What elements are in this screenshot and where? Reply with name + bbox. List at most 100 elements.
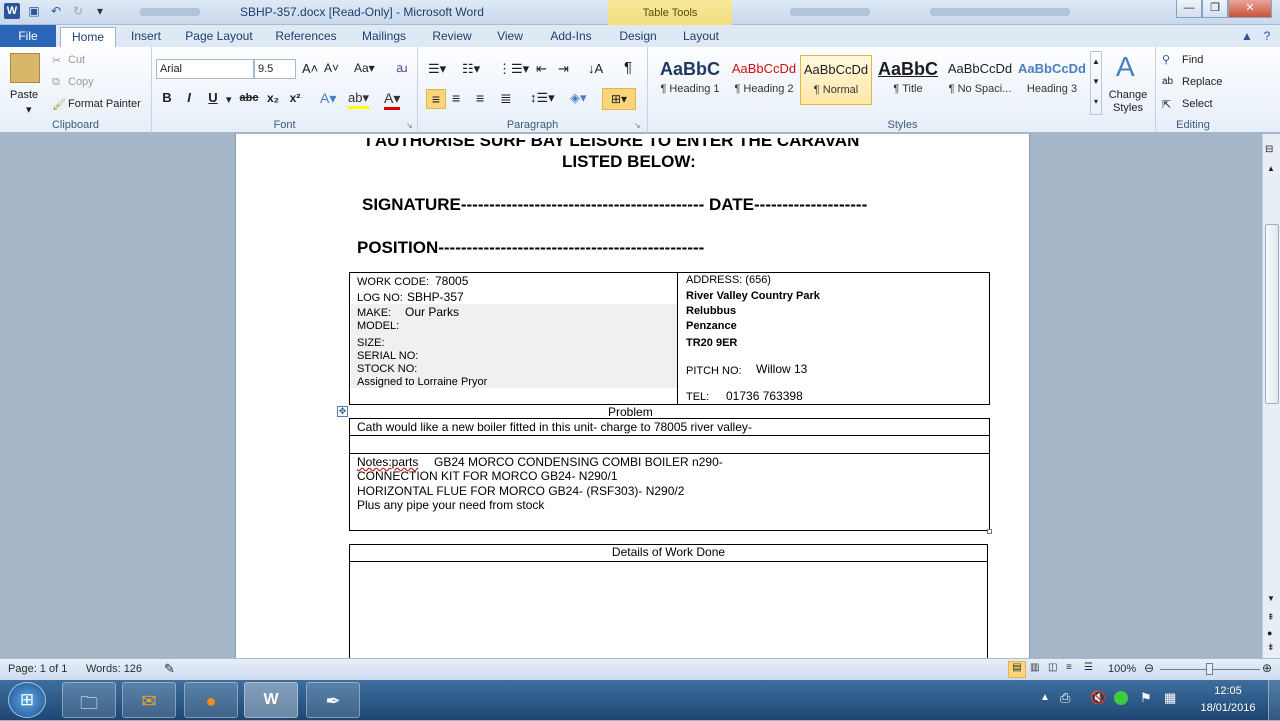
- ruler-toggle-icon[interactable]: ⊟: [1265, 144, 1273, 155]
- tab-view[interactable]: View: [490, 27, 530, 47]
- show-formatting-icon[interactable]: ¶: [624, 59, 632, 76]
- text-effects-icon[interactable]: A▾: [320, 90, 336, 107]
- word-count[interactable]: Words: 126: [86, 663, 142, 675]
- zoom-out-icon[interactable]: ⊖: [1144, 661, 1154, 675]
- shrink-font-icon[interactable]: A˅: [324, 61, 339, 75]
- replace-button[interactable]: Replace: [1182, 76, 1222, 88]
- align-center-icon[interactable]: ≡: [452, 90, 460, 106]
- app-taskbar-button[interactable]: ✒: [306, 682, 360, 718]
- flag-icon[interactable]: ⚑: [1140, 690, 1152, 706]
- table-move-handle-icon[interactable]: ✥: [337, 406, 348, 417]
- style-heading-2[interactable]: AaBbCcDd ¶ Heading 2: [728, 55, 800, 105]
- printer-icon[interactable]: ⎙: [1060, 690, 1070, 706]
- outlook-taskbar-button[interactable]: ✉: [122, 682, 176, 718]
- full-screen-reading-icon[interactable]: ▥: [1030, 662, 1039, 673]
- cut-button[interactable]: Cut: [68, 54, 85, 66]
- strikethrough-button[interactable]: abc: [238, 89, 260, 107]
- italic-button[interactable]: I: [180, 89, 198, 107]
- paragraph-dialog-launcher-icon[interactable]: ↘: [634, 121, 641, 130]
- tab-insert[interactable]: Insert: [124, 27, 168, 47]
- zoom-in-icon[interactable]: ⊕: [1262, 661, 1272, 675]
- page-count[interactable]: Page: 1 of 1: [8, 663, 67, 675]
- zoom-level[interactable]: 100%: [1108, 663, 1136, 675]
- tab-file[interactable]: File: [0, 25, 56, 47]
- find-button[interactable]: Find: [1182, 54, 1203, 66]
- line-spacing-icon[interactable]: ↕☰▾: [530, 90, 555, 106]
- bullets-icon[interactable]: ☰▾: [428, 61, 446, 77]
- increase-indent-icon[interactable]: ⇥: [558, 61, 569, 77]
- show-desktop-button[interactable]: [1268, 680, 1280, 720]
- tab-layout[interactable]: Layout: [676, 27, 726, 47]
- document-page[interactable]: I AUTHORISE SURF BAY LEISURE TO ENTER TH…: [235, 134, 1030, 658]
- underline-button[interactable]: U: [204, 89, 222, 107]
- font-dialog-launcher-icon[interactable]: ↘: [406, 121, 413, 130]
- customize-qat-icon[interactable]: ▾: [92, 3, 108, 19]
- borders-icon[interactable]: ⊞▾: [602, 88, 636, 110]
- close-button[interactable]: ✕: [1228, 0, 1272, 18]
- select-button[interactable]: Select: [1182, 98, 1213, 110]
- start-button[interactable]: ⊞: [8, 682, 46, 718]
- style-normal[interactable]: AaBbCcDd ¶ Normal: [800, 55, 872, 105]
- web-layout-icon[interactable]: ◫: [1048, 662, 1057, 673]
- paste-dropdown-icon[interactable]: ▾: [26, 103, 32, 116]
- bold-button[interactable]: B: [158, 89, 176, 107]
- style-title[interactable]: AaBbC ¶ Title: [872, 55, 944, 105]
- paste-button[interactable]: Paste: [10, 89, 38, 101]
- scroll-thumb[interactable]: [1265, 224, 1279, 404]
- table-resize-handle-icon[interactable]: [987, 529, 992, 534]
- outline-icon[interactable]: ≡: [1066, 662, 1072, 673]
- zoom-slider-thumb[interactable]: [1206, 663, 1213, 675]
- grow-font-icon[interactable]: A˄: [302, 61, 318, 76]
- multilevel-list-icon[interactable]: ⋮☰▾: [498, 61, 529, 77]
- tab-home[interactable]: Home: [60, 27, 116, 47]
- proofing-icon[interactable]: ✎: [164, 661, 175, 677]
- sort-icon[interactable]: ↓A: [588, 61, 603, 76]
- tab-page-layout[interactable]: Page Layout: [180, 27, 258, 47]
- change-styles-button[interactable]: Change Styles: [1106, 89, 1150, 115]
- font-name-combo[interactable]: Arial: [156, 59, 254, 79]
- justify-icon[interactable]: ≣: [500, 90, 512, 107]
- copy-button[interactable]: Copy: [68, 76, 94, 88]
- subscript-button[interactable]: x₂: [264, 89, 282, 107]
- change-case-icon[interactable]: Aa▾: [354, 61, 375, 75]
- print-layout-icon[interactable]: ▤: [1008, 661, 1026, 678]
- help-icon[interactable]: ?: [1258, 27, 1276, 47]
- minimize-ribbon-icon[interactable]: ▲: [1238, 27, 1256, 47]
- previous-page-icon[interactable]: ⇞: [1267, 612, 1275, 623]
- tab-mailings[interactable]: Mailings: [354, 27, 414, 47]
- tab-references[interactable]: References: [270, 27, 342, 47]
- draft-icon[interactable]: ☰: [1084, 662, 1093, 673]
- select-browse-object-icon[interactable]: ●: [1267, 628, 1272, 638]
- clear-formatting-icon[interactable]: ꜷ: [396, 61, 408, 75]
- styles-scroll-icon[interactable]: ▲ ▼ ▾: [1090, 51, 1102, 115]
- explorer-taskbar-button[interactable]: 🗀: [62, 682, 116, 718]
- style-heading-1[interactable]: AaBbC ¶ Heading 1: [654, 55, 726, 105]
- word-taskbar-button[interactable]: W: [244, 682, 298, 718]
- paste-icon[interactable]: [10, 53, 40, 83]
- underline-dropdown-icon[interactable]: ▾: [226, 93, 232, 106]
- tab-design[interactable]: Design: [612, 27, 664, 47]
- font-size-combo[interactable]: 9.5: [254, 59, 296, 79]
- status-icon[interactable]: [1114, 691, 1128, 705]
- superscript-button[interactable]: x²: [286, 89, 304, 107]
- numbering-icon[interactable]: ☷▾: [462, 61, 480, 77]
- save-icon[interactable]: ▣: [26, 3, 42, 19]
- align-right-icon[interactable]: ≡: [476, 90, 484, 106]
- redo-icon[interactable]: ↻: [70, 3, 86, 19]
- font-color-icon[interactable]: A▾: [384, 90, 401, 110]
- word-logo-icon[interactable]: W: [4, 3, 20, 19]
- align-left-icon[interactable]: ≡: [426, 89, 446, 109]
- volume-muted-icon[interactable]: 🔇: [1090, 690, 1106, 706]
- minimize-button[interactable]: —: [1176, 0, 1202, 18]
- next-page-icon[interactable]: ⇟: [1267, 642, 1275, 653]
- style-no-spacing[interactable]: AaBbCcDd ¶ No Spaci...: [944, 55, 1016, 105]
- clock-time[interactable]: 12:05: [1198, 685, 1258, 697]
- tab-add-ins[interactable]: Add-Ins: [542, 27, 600, 47]
- maximize-button[interactable]: ❐: [1202, 0, 1228, 18]
- vertical-scrollbar[interactable]: ⊟ ▲ ▼ ⇞ ● ⇟: [1262, 134, 1280, 658]
- highlight-icon[interactable]: ab▾: [348, 90, 369, 109]
- decrease-indent-icon[interactable]: ⇤: [536, 61, 547, 77]
- firefox-taskbar-button[interactable]: ●: [184, 682, 238, 718]
- scroll-up-icon[interactable]: ▲: [1267, 164, 1275, 173]
- shading-icon[interactable]: ◈▾: [570, 90, 587, 106]
